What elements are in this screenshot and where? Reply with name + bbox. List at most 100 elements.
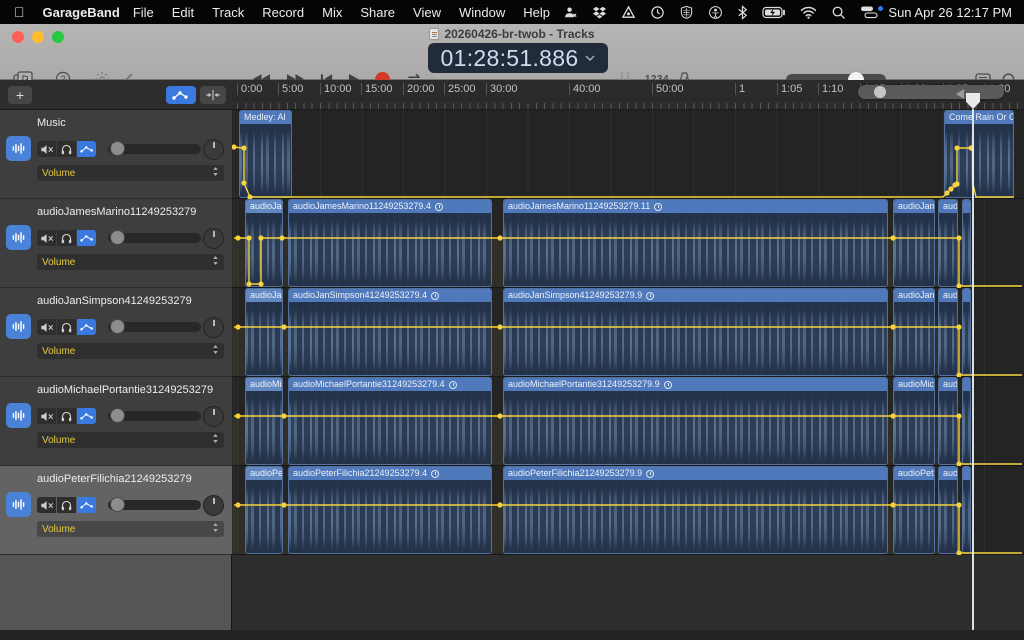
audio-region[interactable]: audioJa [245, 288, 283, 376]
menu-item-file[interactable]: File [124, 5, 163, 20]
menu-clock[interactable]: Sun Apr 26 12:17 PM [888, 5, 1012, 20]
accessibility-icon[interactable] [708, 5, 723, 20]
track-header-3[interactable]: audioJanSimpson41249253279 Volume [0, 288, 232, 377]
track-header-4[interactable]: audioMichaelPortantie31249253279 Volume [0, 377, 232, 466]
audio-region[interactable]: audioMichaelPortantie31249253279.9 [503, 377, 888, 465]
track-automation-button[interactable] [77, 408, 96, 424]
audio-region[interactable]: audioJanSimpson41249253279.4 [288, 288, 492, 376]
track-name[interactable]: audioJanSimpson41249253279 [37, 295, 227, 307]
audio-region[interactable]: Medley: Al [239, 110, 292, 198]
antivirus-icon[interactable] [621, 5, 636, 20]
time-machine-icon[interactable] [650, 5, 665, 20]
automation-parameter-popup[interactable]: Volume [37, 343, 224, 359]
track-header-2[interactable]: audioJamesMarino11249253279 Volume [0, 199, 232, 288]
automation-node[interactable] [232, 144, 237, 149]
audio-region[interactable]: audi [938, 199, 958, 287]
audio-region[interactable]: audioPeterFilichia21249253279.9 [503, 466, 888, 554]
show-automation-button[interactable] [166, 86, 196, 104]
menu-item-track[interactable]: Track [203, 5, 253, 20]
wifi-icon[interactable] [800, 6, 817, 19]
track-automation-button[interactable] [77, 497, 96, 513]
mute-button[interactable] [37, 141, 56, 157]
menu-item-edit[interactable]: Edit [163, 5, 203, 20]
menu-item-view[interactable]: View [404, 5, 450, 20]
audio-region[interactable]: audioJa [245, 199, 283, 287]
audio-region[interactable]: audioJan [893, 288, 935, 376]
track-header-5[interactable]: audioPeterFilichia21249253279 Volume [0, 466, 232, 555]
track-volume-slider[interactable] [108, 144, 201, 154]
track-name[interactable]: audioPeterFilichia21249253279 [37, 473, 227, 485]
track-volume-slider[interactable] [108, 322, 201, 332]
automation-parameter-popup[interactable]: Volume [37, 432, 224, 448]
automation-curve[interactable] [232, 110, 1024, 199]
track-lane-2[interactable]: audioJaaudioJamesMarino11249253279.4audi… [232, 199, 1024, 288]
pan-knob[interactable] [203, 406, 224, 427]
pan-knob[interactable] [203, 317, 224, 338]
automation-parameter-popup[interactable]: Volume [37, 521, 224, 537]
track-volume-knob[interactable] [110, 230, 125, 245]
track-automation-button[interactable] [77, 319, 96, 335]
audio-region[interactable]: audioPe [245, 466, 283, 554]
solo-button[interactable] [57, 230, 76, 246]
apple-menu-icon[interactable]:  [14, 5, 25, 19]
track-volume-slider[interactable] [108, 233, 201, 243]
horizontal-zoom-slider[interactable] [858, 85, 1004, 99]
track-lane-3[interactable]: audioJaaudioJanSimpson41249253279.4audio… [232, 288, 1024, 377]
audio-region[interactable]: audi [938, 466, 958, 554]
audio-region[interactable] [962, 466, 971, 554]
dropbox-icon[interactable] [592, 5, 607, 20]
mute-button[interactable] [37, 408, 56, 424]
spotlight-search-icon[interactable] [831, 5, 846, 20]
track-lane-4[interactable]: audioMiaudioMichaelPortantie31249253279.… [232, 377, 1024, 466]
menu-item-share[interactable]: Share [351, 5, 404, 20]
battery-charging-icon[interactable] [762, 6, 786, 19]
pan-knob[interactable] [203, 139, 224, 160]
bluetooth-icon[interactable] [737, 5, 748, 20]
pan-knob[interactable] [203, 228, 224, 249]
audio-region[interactable]: Come Rain Or C [944, 110, 1014, 198]
project-end-marker-icon[interactable] [956, 89, 964, 99]
mute-button[interactable] [37, 319, 56, 335]
solo-button[interactable] [57, 141, 76, 157]
audio-region[interactable]: audioPeterFilichia21249253279.4 [288, 466, 492, 554]
audio-region[interactable]: audioMichaelPortantie31249253279.4 [288, 377, 492, 465]
fast-user-switch-icon[interactable] [860, 5, 878, 19]
audio-region[interactable]: audioJamesMarino11249253279.4 [288, 199, 492, 287]
track-name[interactable]: audioMichaelPortantie31249253279 [37, 384, 227, 396]
playhead-line[interactable] [972, 109, 974, 630]
passwords-icon[interactable] [679, 5, 694, 20]
menu-item-help[interactable]: Help [514, 5, 559, 20]
menu-item-mix[interactable]: Mix [313, 5, 351, 20]
audio-region[interactable] [962, 377, 971, 465]
audio-region[interactable]: audioPete [893, 466, 935, 554]
track-lane-5[interactable]: audioPeaudioPeterFilichia21249253279.4au… [232, 466, 1024, 555]
screen-time-icon[interactable] [563, 5, 578, 20]
audio-region[interactable] [962, 288, 971, 376]
automation-parameter-popup[interactable]: Volume [37, 165, 224, 181]
lcd-display[interactable]: 01:28:51.886 [428, 43, 608, 73]
add-track-button[interactable]: + [8, 86, 32, 104]
track-volume-knob[interactable] [110, 319, 125, 334]
track-volume-knob[interactable] [110, 408, 125, 423]
audio-region[interactable]: audioJanSimpson41249253279.9 [503, 288, 888, 376]
app-menu[interactable]: GarageBand [43, 5, 120, 20]
zoom-slider-knob[interactable] [874, 86, 886, 98]
pan-knob[interactable] [203, 495, 224, 516]
track-lane-1[interactable]: Medley: Al Come Rain Or C [232, 110, 1024, 199]
track-name[interactable]: audioJamesMarino11249253279 [37, 206, 227, 218]
track-volume-slider[interactable] [108, 500, 201, 510]
solo-button[interactable] [57, 497, 76, 513]
solo-button[interactable] [57, 319, 76, 335]
menu-item-record[interactable]: Record [253, 5, 313, 20]
mute-button[interactable] [37, 497, 56, 513]
audio-region[interactable]: audioJamesMarino11249253279.11 [503, 199, 888, 287]
audio-region[interactable] [962, 199, 971, 287]
audio-region[interactable]: audioMic [893, 377, 935, 465]
automation-parameter-popup[interactable]: Volume [37, 254, 224, 270]
audio-region[interactable]: audioMi [245, 377, 283, 465]
catch-playhead-button[interactable] [200, 86, 226, 104]
solo-button[interactable] [57, 408, 76, 424]
track-name[interactable]: Music [37, 117, 227, 129]
track-automation-button[interactable] [77, 230, 96, 246]
mute-button[interactable] [37, 230, 56, 246]
